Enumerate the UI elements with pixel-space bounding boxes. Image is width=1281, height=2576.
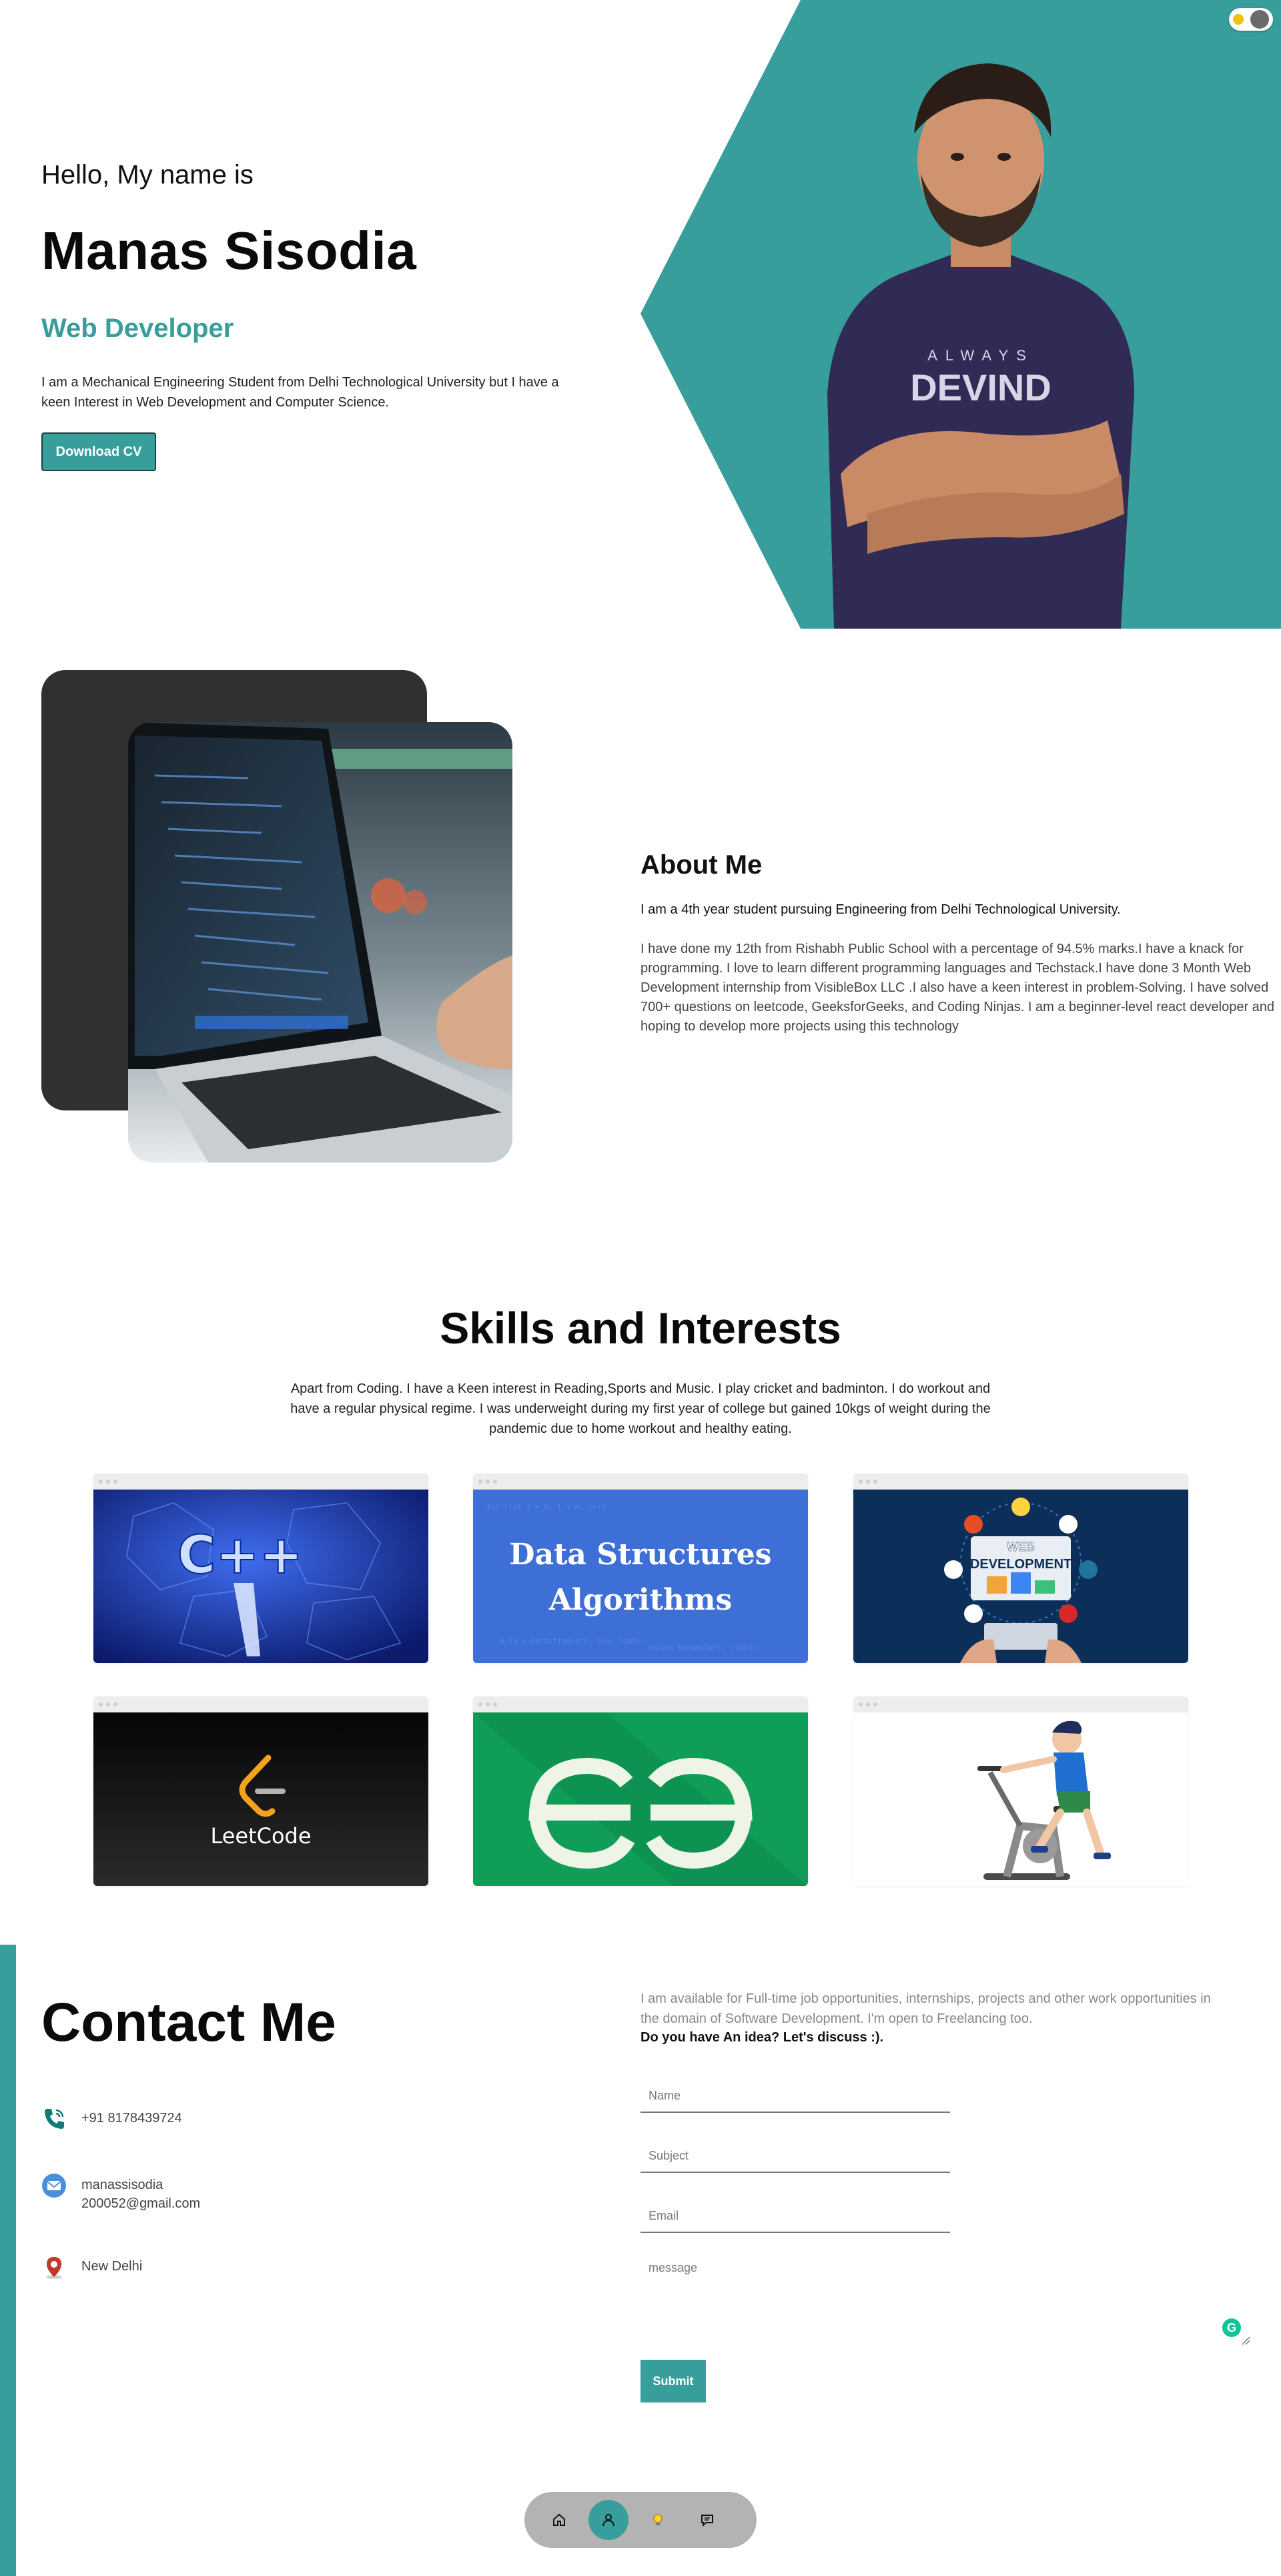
about-detail-text: I have done my 12th from Rishabh Public … bbox=[640, 942, 1275, 1034]
hero-description: I am a Mechanical Engineering Student fr… bbox=[41, 375, 559, 410]
skills-description: Apart from Coding. I have a Keen interes… bbox=[290, 1381, 991, 1436]
contact-phone[interactable]: +91 8178439724 bbox=[41, 2106, 182, 2132]
webdev-image: WEB DEVELOPMENT bbox=[853, 1490, 1188, 1663]
hero-name: Manas Sisodia bbox=[41, 221, 417, 280]
submit-button[interactable]: Submit bbox=[640, 2360, 706, 2402]
skill-card-gfg[interactable] bbox=[473, 1696, 808, 1886]
svg-text:for (int i = 0; i < n; i++): for (int i = 0; i < n; i++) bbox=[486, 1503, 606, 1512]
browser-bar bbox=[853, 1696, 1188, 1712]
hero-section: Hello, My name is Manas Sisodia Web Deve… bbox=[0, 0, 1281, 629]
hero-greeting: Hello, My name is bbox=[41, 160, 254, 190]
message-textarea[interactable] bbox=[640, 2254, 1249, 2348]
location-text: New Delhi bbox=[81, 2259, 143, 2274]
shirt-lettering-top: ALWAYS bbox=[927, 347, 1034, 364]
nav-home[interactable] bbox=[539, 2500, 579, 2540]
toggle-knob bbox=[1250, 10, 1269, 29]
home-icon bbox=[553, 2513, 565, 2526]
bottom-nav bbox=[524, 2492, 757, 2548]
location-pin-icon bbox=[46, 2257, 62, 2279]
webdev-label-line1: WEB bbox=[1007, 1540, 1035, 1554]
bulb-icon bbox=[653, 2514, 663, 2525]
dsa-label-line1: Data Structures bbox=[509, 1538, 771, 1572]
svg-text:a[j] = partition(arr, low, hig: a[j] = partition(arr, low, high); bbox=[500, 1636, 646, 1645]
skill-card-fitness[interactable] bbox=[853, 1696, 1188, 1886]
skill-card-leetcode[interactable]: LeetCode bbox=[93, 1696, 428, 1886]
about-laptop-photo bbox=[128, 722, 512, 1163]
nav-skills[interactable] bbox=[638, 2500, 678, 2540]
resize-handle-icon[interactable] bbox=[1241, 2336, 1250, 2345]
download-cv-button[interactable]: Download CV bbox=[41, 432, 156, 471]
browser-bar bbox=[473, 1696, 808, 1712]
skills-title: Skills and Interests bbox=[440, 1303, 841, 1353]
browser-bar bbox=[93, 1474, 428, 1490]
contact-title: Contact Me bbox=[41, 1992, 336, 2053]
phone-number: +91 8178439724 bbox=[81, 2111, 182, 2126]
cpp-image: C++ bbox=[93, 1490, 428, 1663]
leetcode-image: LeetCode bbox=[93, 1712, 428, 1886]
contact-email[interactable]: manassisodia 200052@gmail.com bbox=[41, 2173, 200, 2213]
contact-cta: Do you have An idea? Let's discuss :). bbox=[640, 2030, 884, 2045]
nav-contact[interactable] bbox=[687, 2500, 727, 2540]
leetcode-label: LeetCode bbox=[210, 1823, 311, 1849]
email-icon bbox=[42, 2174, 66, 2198]
skill-card-webdev[interactable]: WEB DEVELOPMENT bbox=[853, 1474, 1188, 1663]
laptop-illustration bbox=[128, 722, 512, 1163]
about-title: About Me bbox=[640, 850, 763, 880]
email-line-1: manassisodia bbox=[81, 2178, 163, 2192]
sun-icon bbox=[1233, 14, 1244, 25]
email-address: manassisodia 200052@gmail.com bbox=[81, 2173, 200, 2213]
grammarly-icon[interactable]: G bbox=[1222, 2318, 1241, 2337]
profile-portrait: ALWAYS DEVIND bbox=[827, 63, 1134, 629]
about-intro-text: I am a 4th year student pursuing Enginee… bbox=[640, 902, 1121, 917]
browser-bar bbox=[473, 1474, 808, 1490]
gfg-image bbox=[473, 1712, 808, 1886]
message-icon bbox=[701, 2515, 713, 2527]
browser-bar bbox=[853, 1474, 1188, 1490]
webdev-label-line2: DEVELOPMENT bbox=[970, 1557, 1072, 1572]
name-input[interactable] bbox=[640, 2079, 950, 2113]
contact-intro: I am available for Full-time job opportu… bbox=[640, 1991, 1211, 2026]
email-line-2: 200052@gmail.com bbox=[81, 2196, 201, 2211]
svg-text:return merge(left, right);: return merge(left, right); bbox=[647, 1643, 761, 1652]
contact-accent-stripe bbox=[0, 1945, 16, 2576]
nav-about[interactable] bbox=[588, 2500, 628, 2540]
exercise-bike-image bbox=[853, 1712, 1188, 1886]
shirt-lettering-bottom: DEVIND bbox=[910, 366, 1051, 408]
contact-location[interactable]: New Delhi bbox=[41, 2254, 142, 2280]
phone-icon bbox=[45, 2109, 64, 2129]
dsa-label-line2: Algorithms bbox=[548, 1583, 733, 1617]
theme-toggle[interactable] bbox=[1229, 8, 1273, 31]
email-input[interactable] bbox=[640, 2200, 950, 2233]
dsa-image: for (int i = 0; i < n; i++) a[j] = parti… bbox=[473, 1490, 808, 1663]
skill-card-cpp[interactable]: C++ bbox=[93, 1474, 428, 1663]
user-icon bbox=[602, 2514, 614, 2527]
subject-input[interactable] bbox=[640, 2140, 950, 2173]
browser-bar bbox=[93, 1696, 428, 1712]
skill-card-dsa[interactable]: for (int i = 0; i < n; i++) a[j] = parti… bbox=[473, 1474, 808, 1663]
hero-role: Web Developer bbox=[41, 314, 234, 343]
cpp-label: C++ bbox=[177, 1526, 303, 1586]
